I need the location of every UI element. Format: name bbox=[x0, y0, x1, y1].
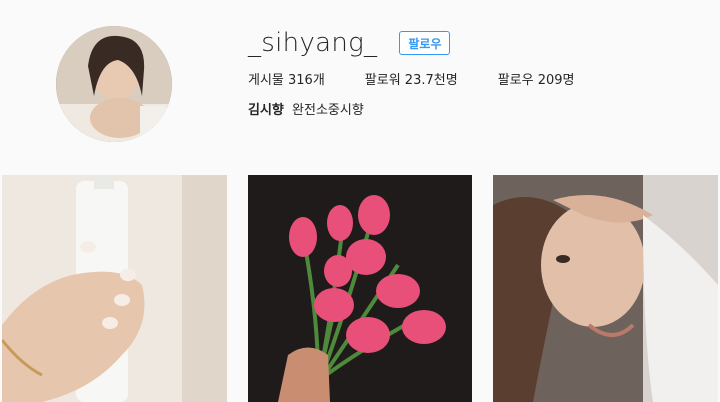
profile-username: _sihyang_ bbox=[248, 28, 378, 58]
profile-avatar[interactable] bbox=[56, 26, 172, 142]
name-row: _sihyang_ 팔로우 bbox=[248, 26, 688, 60]
post-thumbnail[interactable] bbox=[248, 175, 472, 402]
profile-bio: 김시향 완전소중시향 bbox=[248, 99, 688, 118]
following-count[interactable]: 팔로우 209명 bbox=[498, 69, 575, 88]
profile-header: _sihyang_ 팔로우 게시물 316개 팔로워 23.7천명 팔로우 20… bbox=[248, 26, 688, 118]
profile-stats: 게시물 316개 팔로워 23.7천명 팔로우 209명 bbox=[248, 69, 688, 88]
posts-grid bbox=[0, 175, 720, 402]
post-thumbnail[interactable] bbox=[493, 175, 718, 402]
follow-button[interactable]: 팔로우 bbox=[399, 31, 451, 55]
posts-count: 게시물 316개 bbox=[248, 73, 325, 88]
post-thumbnail[interactable] bbox=[2, 175, 227, 402]
bio-text: 완전소중시향 bbox=[292, 103, 364, 118]
followers-count[interactable]: 팔로워 23.7천명 bbox=[365, 69, 458, 88]
bio-full-name: 김시향 bbox=[248, 103, 284, 118]
